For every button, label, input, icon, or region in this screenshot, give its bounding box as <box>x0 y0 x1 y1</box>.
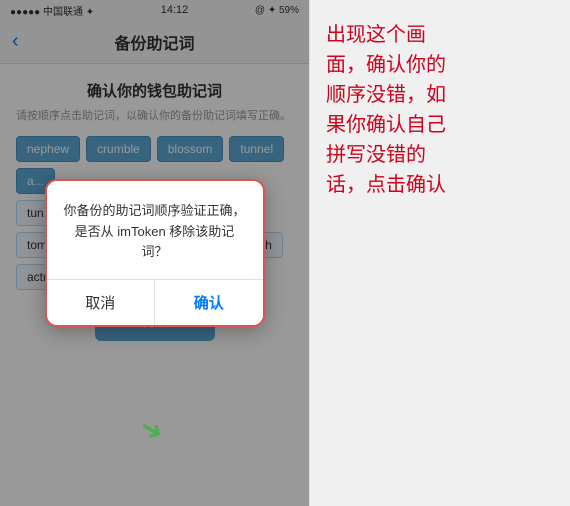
arrow-annotation: ➜ <box>140 413 163 446</box>
modal-confirm-button[interactable]: 确认 <box>155 280 263 325</box>
modal-text: 你备份的助记词顺序验证正确，是否从 imToken 移除该助记词？ <box>63 201 247 263</box>
modal-buttons: 取消 确认 <box>47 279 263 325</box>
annotation-panel: 出现这个画 面，确认你的 顺序没错，如 果你确认自己 拼写没错的 话，点击确认 <box>310 0 570 506</box>
phone-mockup: ●●●●● 中国联通 ✦ 14:12 @ ✦ 59% ‹ 备份助记词 确认你的钱… <box>0 0 310 506</box>
modal-cancel-button[interactable]: 取消 <box>47 280 156 325</box>
modal-overlay: 你备份的助记词顺序验证正确，是否从 imToken 移除该助记词？ 取消 确认 … <box>0 0 309 506</box>
modal-box: 你备份的助记词顺序验证正确，是否从 imToken 移除该助记词？ 取消 确认 <box>45 179 265 327</box>
green-arrow-icon: ➜ <box>133 409 170 449</box>
annotation-text: 出现这个画 面，确认你的 顺序没错，如 果你确认自己 拼写没错的 话，点击确认 <box>326 20 554 200</box>
